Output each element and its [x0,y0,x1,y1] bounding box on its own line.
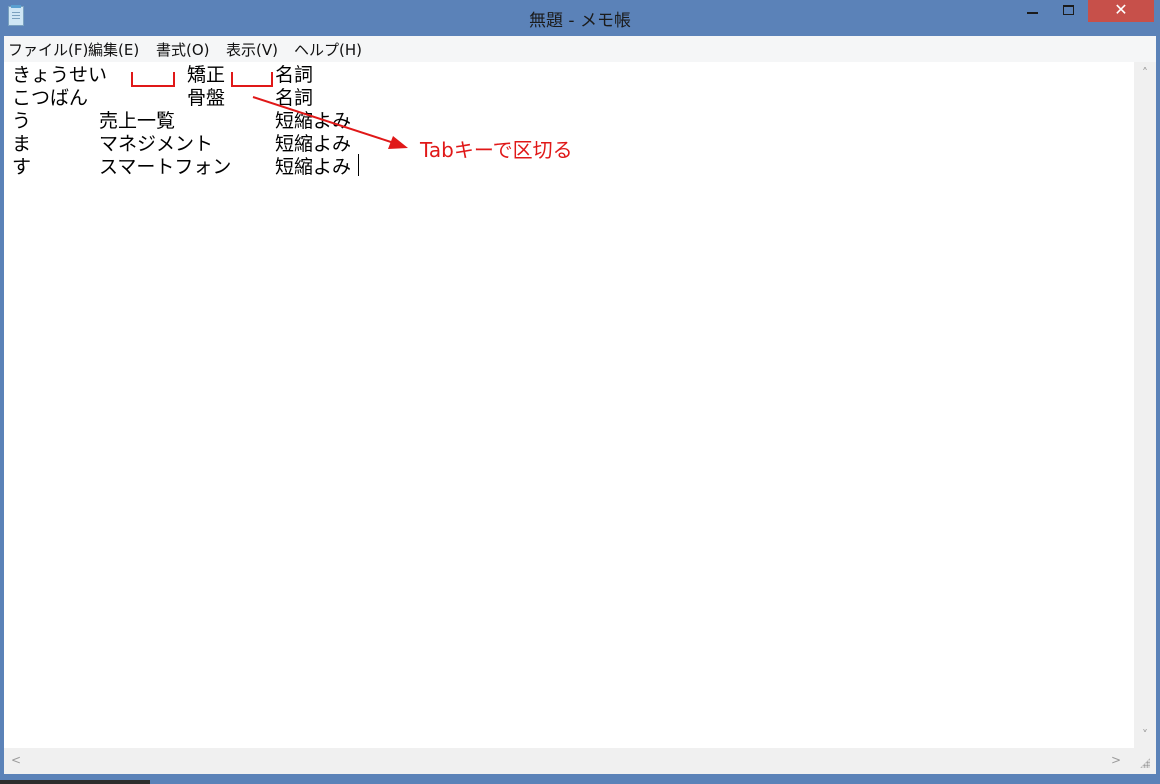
scroll-down-arrow-icon[interactable]: ˅ [1137,728,1153,742]
notepad-window: 無題 - メモ帳 ✕ ファイル(F) 編集(E) 書式(O) 表示(V) ヘルプ… [0,0,1160,784]
annotation-label: Tabキーで区切る [420,138,573,162]
minimize-button[interactable] [1018,0,1048,22]
text-line: す スマートフォン 短縮よみ [12,156,351,179]
resize-grip-icon [1140,758,1150,768]
line-category: 短縮よみ [275,110,352,132]
text-cursor [358,154,359,176]
line-category: 名詞 [275,87,314,109]
vertical-scrollbar[interactable]: ˄ ˅ [1134,62,1156,748]
window-border-bottom [0,774,1160,784]
menu-view[interactable]: 表示(V) [226,39,278,60]
line-reading: こつばん [12,87,89,109]
title-bar[interactable]: 無題 - メモ帳 ✕ [0,0,1160,36]
window-title: 無題 - メモ帳 [529,11,631,31]
menu-format[interactable]: 書式(O) [156,39,210,60]
scroll-left-arrow-icon[interactable]: < [8,753,24,767]
line-category: 短縮よみ [275,156,352,178]
line-reading: う [12,110,32,132]
line-category: 名詞 [275,64,314,86]
line-word: 骨盤 [187,87,226,109]
scroll-right-arrow-icon[interactable]: > [1108,753,1124,767]
line-reading: す [12,156,32,178]
menu-edit[interactable]: 編集(E) [88,39,139,60]
text-line: きょうせい 矯正 名詞 [12,64,313,87]
line-reading: ま [12,133,32,155]
text-line: ま マネジメント 短縮よみ [12,133,351,156]
line-word: 売上一覧 [99,110,176,132]
text-line: こつばん 骨盤 名詞 [12,87,313,110]
horizontal-scrollbar[interactable]: < > [4,748,1134,774]
line-word: スマートフォン [99,156,232,178]
line-word: マネジメント [99,133,214,155]
taskbar-edge [0,780,150,784]
scroll-up-arrow-icon[interactable]: ˄ [1137,66,1153,80]
line-word: 矯正 [187,64,226,86]
line-category: 短縮よみ [275,133,352,155]
text-line: う 売上一覧 短縮よみ [12,110,351,133]
close-icon: ✕ [1114,0,1128,19]
minimize-icon [1027,12,1038,14]
maximize-button[interactable] [1054,0,1084,22]
menu-bar: ファイル(F) 編集(E) 書式(O) 表示(V) ヘルプ(H) [4,36,1156,62]
line-reading: きょうせい [12,64,108,86]
menu-file[interactable]: ファイル(F) [8,39,88,60]
resize-grip[interactable] [1134,748,1156,774]
close-button[interactable]: ✕ [1088,0,1154,22]
menu-help[interactable]: ヘルプ(H) [294,39,362,60]
maximize-icon [1063,5,1074,15]
text-editor-area[interactable]: きょうせい 矯正 名詞 こつばん 骨盤 名詞 う 売上一覧 短縮よみ ま マネジ… [4,62,1134,748]
